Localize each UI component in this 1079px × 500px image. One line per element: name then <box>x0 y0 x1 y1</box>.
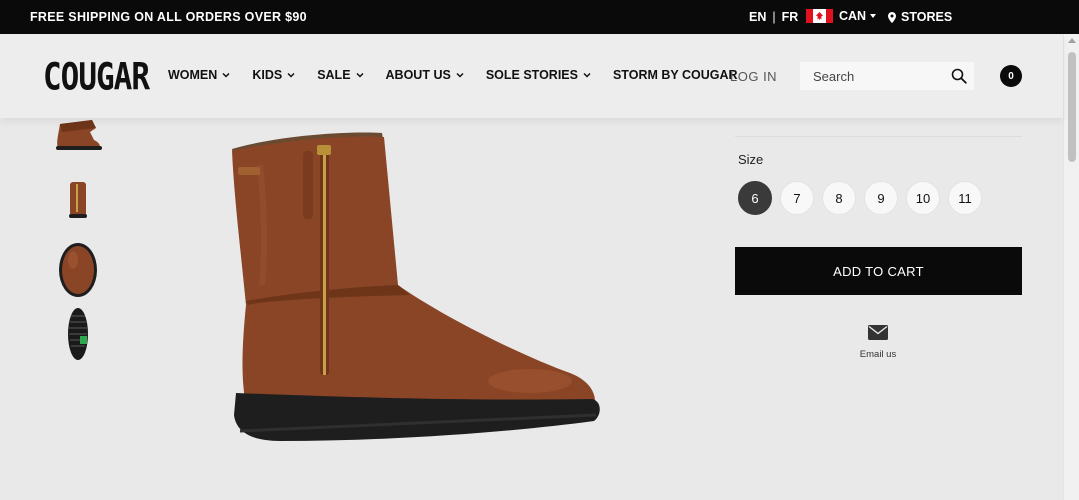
size-label: Size <box>738 152 764 167</box>
stores-label: STORES <box>901 10 953 24</box>
cougar-logo[interactable]: COUGAR <box>43 56 150 99</box>
flag-canada-icon <box>806 9 833 23</box>
add-to-cart-button[interactable]: ADD TO CART <box>735 247 1022 295</box>
thumbnail-boot-cuffed[interactable] <box>46 118 110 154</box>
promo-bar: FREE SHIPPING ON ALL ORDERS OVER $90 EN … <box>0 0 1079 34</box>
nav-kids-label: KIDS <box>252 68 283 82</box>
page-scrollbar[interactable] <box>1063 34 1079 500</box>
size-option-9[interactable]: 9 <box>864 181 898 215</box>
nav-about-us-label: ABOUT US <box>385 68 451 82</box>
email-us-label: Email us <box>859 349 897 360</box>
login-link[interactable]: LOG IN <box>730 69 777 84</box>
nav-storm-by-cougar-label: STORM BY COUGAR <box>612 68 738 82</box>
country-label: CAN <box>839 9 867 23</box>
map-pin-icon <box>888 11 896 23</box>
nav-sale[interactable]: SALE <box>317 68 364 82</box>
nav-women-label: WOMEN <box>168 68 218 82</box>
section-divider <box>735 136 1022 137</box>
search-input[interactable] <box>800 62 940 90</box>
search-box <box>800 62 974 90</box>
chevron-down-icon <box>356 72 364 78</box>
product-main-image <box>232 132 600 441</box>
size-option-10[interactable]: 10 <box>906 181 940 215</box>
size-option-6[interactable]: 6 <box>738 181 772 215</box>
nav-sole-stories[interactable]: SOLE STORIES <box>486 68 591 82</box>
language-switcher: EN | FR <box>749 10 798 24</box>
nav-kids[interactable]: KIDS <box>252 68 295 82</box>
country-selector[interactable]: CAN <box>806 9 877 23</box>
scroll-up-arrow-icon[interactable] <box>1068 38 1076 43</box>
lang-fr-link[interactable]: FR <box>782 10 799 24</box>
chevron-down-icon <box>583 72 591 78</box>
size-selector: 6 7 8 9 10 11 <box>738 181 990 215</box>
lang-en-link[interactable]: EN <box>749 10 766 24</box>
size-option-11[interactable]: 11 <box>948 181 982 215</box>
thumbnail-boot-top[interactable] <box>46 240 110 298</box>
nav-women[interactable]: WOMEN <box>168 68 230 82</box>
nav-storm-by-cougar[interactable]: STORM BY COUGAR <box>613 68 738 82</box>
main-nav: WOMEN KIDS SALE ABOUT US SOLE STORIES ST… <box>168 68 760 82</box>
search-icon[interactable] <box>951 68 967 84</box>
nav-sole-stories-label: SOLE STORIES <box>485 68 578 82</box>
size-option-8[interactable]: 8 <box>822 181 856 215</box>
main-header: COUGAR WOMEN KIDS SALE ABOUT US SOLE STO… <box>0 34 1063 118</box>
cart-count-badge[interactable]: 0 <box>1000 65 1022 87</box>
caret-down-icon <box>870 14 877 18</box>
email-us-link[interactable]: Email us <box>850 325 906 362</box>
size-option-7[interactable]: 7 <box>780 181 814 215</box>
lang-separator: | <box>772 10 776 24</box>
nav-sale-label: SALE <box>317 68 351 82</box>
chevron-down-icon <box>287 72 295 78</box>
stores-link[interactable]: STORES <box>888 10 952 24</box>
thumbnail-boot-side[interactable] <box>46 176 110 222</box>
scrollbar-thumb[interactable] <box>1068 52 1076 162</box>
promo-text: FREE SHIPPING ON ALL ORDERS OVER $90 <box>30 10 307 24</box>
envelope-icon <box>868 325 888 340</box>
nav-about-us[interactable]: ABOUT US <box>386 68 464 82</box>
chevron-down-icon <box>222 72 230 78</box>
thumbnail-boot-sole[interactable] <box>46 306 110 364</box>
chevron-down-icon <box>456 72 464 78</box>
